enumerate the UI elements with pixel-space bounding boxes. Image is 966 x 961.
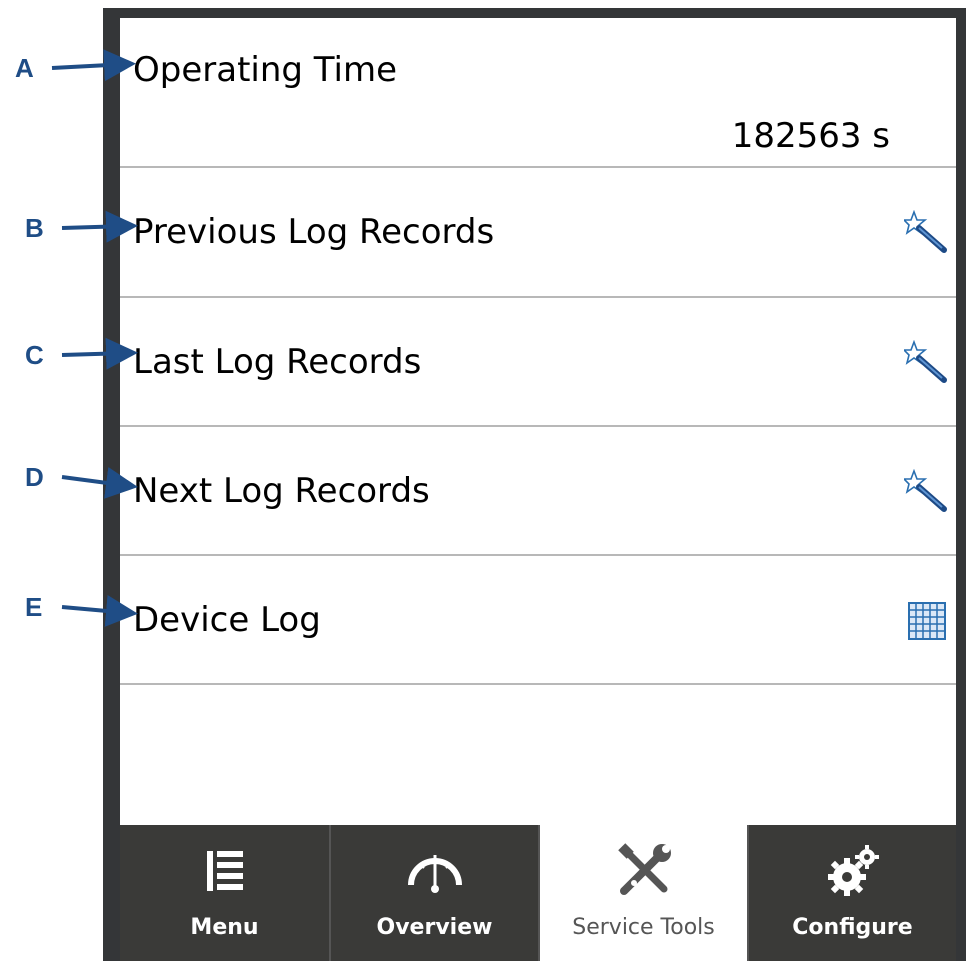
row-label: Operating Time: [133, 50, 397, 90]
list-icon: [206, 851, 243, 891]
wand-icon: [904, 210, 947, 253]
tab-label: Service Tools: [572, 915, 715, 940]
tab-label: Overview: [376, 915, 493, 940]
gears-icon: [827, 845, 879, 896]
device-frame: Operating Time 182563 s Previous Log Rec…: [103, 8, 966, 961]
annotation-c: C: [25, 340, 44, 370]
row-label: Previous Log Records: [133, 212, 495, 252]
tab-label: Menu: [190, 915, 259, 940]
gauge-icon: [407, 855, 462, 893]
device-screen: Operating Time 182563 s Previous Log Rec…: [120, 18, 956, 961]
tools-icon: [617, 843, 671, 895]
row-operating-time: Operating Time 182563 s: [120, 18, 956, 168]
annotation-a: A: [15, 53, 34, 83]
row-next-log-records[interactable]: Next Log Records: [120, 427, 956, 556]
grid-icon: [908, 602, 946, 640]
operating-time-value: 182563 s: [731, 116, 890, 156]
row-label: Device Log: [133, 600, 321, 640]
annotation-b: B: [25, 213, 44, 243]
tab-service-tools[interactable]: Service Tools: [538, 825, 747, 961]
row-last-log-records[interactable]: Last Log Records: [120, 298, 956, 427]
bottom-navigation: Menu Overview Service Tools Configure: [120, 825, 956, 961]
wand-icon: [904, 469, 947, 512]
tab-label: Configure: [792, 915, 913, 940]
row-device-log[interactable]: Device Log: [120, 556, 956, 685]
tab-overview[interactable]: Overview: [329, 825, 538, 961]
row-label: Last Log Records: [133, 342, 422, 382]
wand-icon: [904, 340, 947, 383]
annotation-d: D: [25, 462, 44, 492]
tab-configure[interactable]: Configure: [747, 825, 956, 961]
annotation-e: E: [25, 592, 43, 622]
row-label: Next Log Records: [133, 471, 430, 511]
tab-menu[interactable]: Menu: [120, 825, 329, 961]
row-previous-log-records[interactable]: Previous Log Records: [120, 168, 956, 298]
